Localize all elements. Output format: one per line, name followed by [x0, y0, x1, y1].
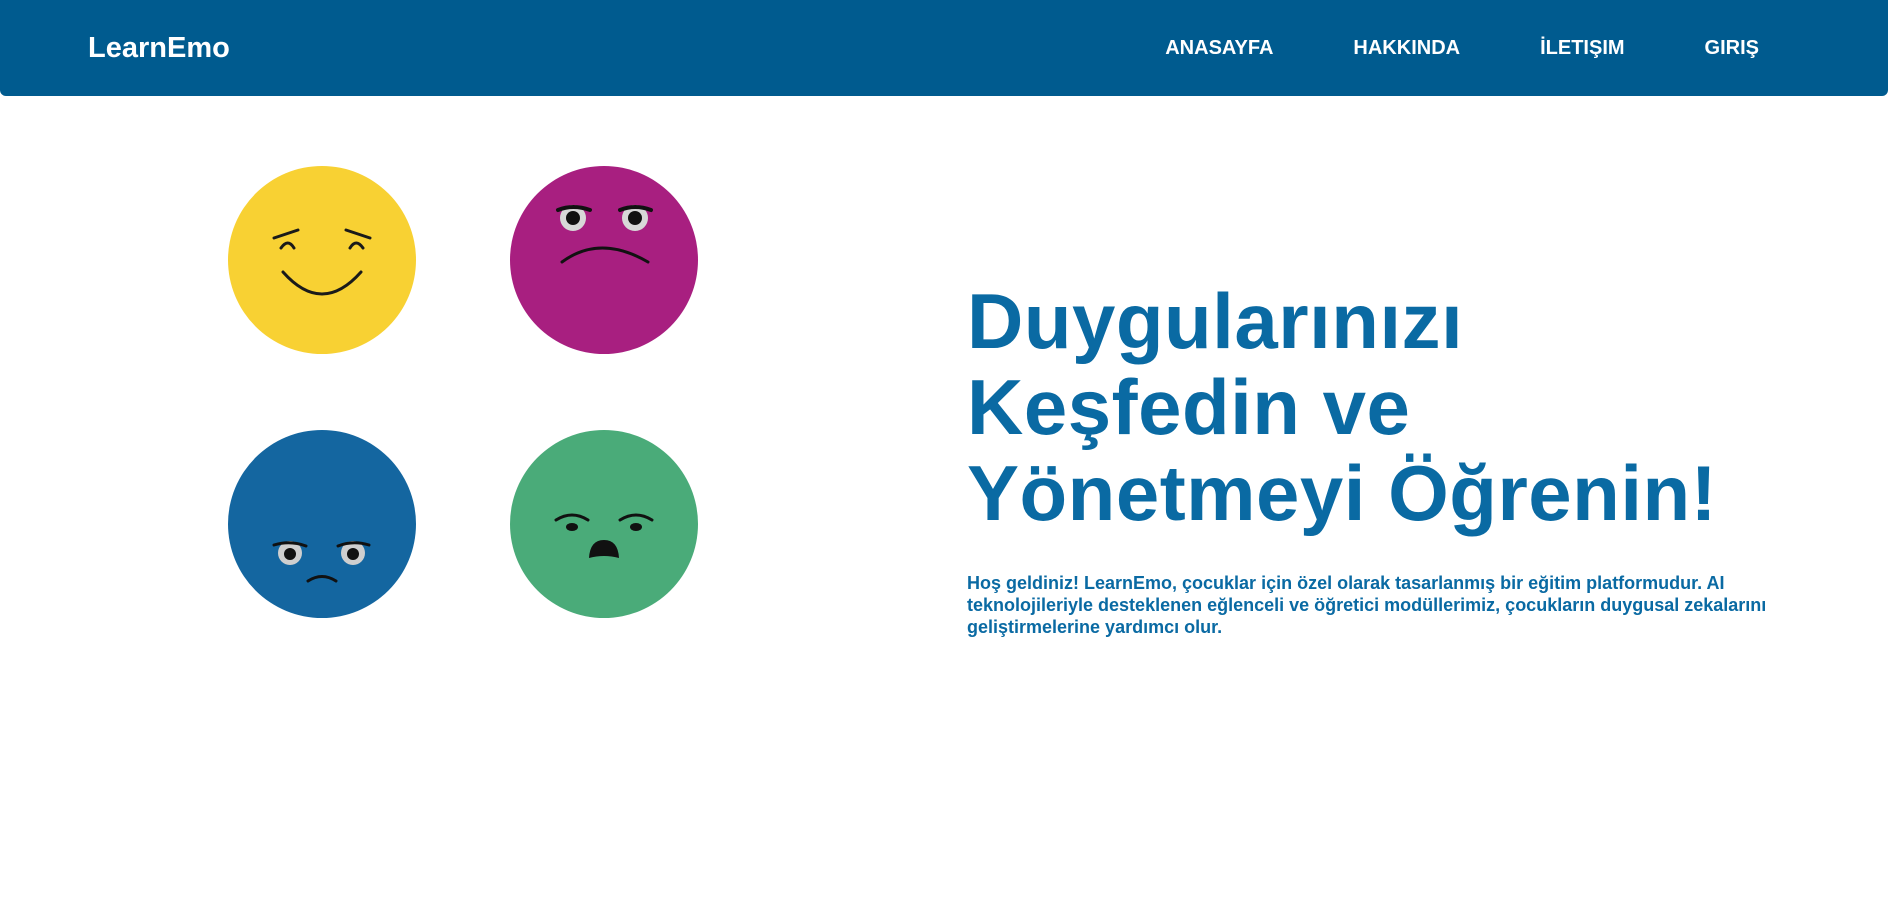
happy-face-icon [228, 166, 416, 354]
hero-title-line-1: Duygularınızı [967, 277, 1464, 365]
hero-title-line-2: Keşfedin ve [967, 363, 1411, 451]
nav-link-contact[interactable]: İLETIŞIM [1540, 36, 1624, 60]
sad-face-circle [228, 430, 416, 618]
nav-link-about[interactable]: HAKKINDA [1353, 36, 1460, 60]
hero-title: Duygularınızı Keşfedin ve Yönetmeyi Öğre… [967, 278, 1767, 536]
sad-face-icon [228, 430, 416, 618]
nav-link-home[interactable]: ANASAYFA [1165, 36, 1273, 60]
top-navbar: LearnEmo ANASAYFA HAKKINDA İLETIŞIM GIRI… [0, 0, 1888, 96]
emotion-faces-illustration [228, 166, 698, 618]
happy-face-circle [228, 166, 416, 354]
surprised-face-circle [510, 430, 698, 618]
angry-face-icon [510, 166, 698, 354]
hero-title-line-3: Yönetmeyi Öğrenin! [967, 449, 1718, 537]
hero-description: Hoş geldiniz! LearnEmo, çocuklar için öz… [967, 573, 1767, 637]
hero-section: Duygularınızı Keşfedin ve Yönetmeyi Öğre… [967, 278, 1767, 638]
brand-logo-link[interactable]: LearnEmo [88, 30, 230, 66]
nav-link-login[interactable]: GIRIŞ [1705, 36, 1759, 60]
angry-face-circle [510, 166, 698, 354]
main-nav: ANASAYFA HAKKINDA İLETIŞIM GIRIŞ [1085, 36, 1759, 60]
surprised-face-icon [510, 430, 698, 618]
